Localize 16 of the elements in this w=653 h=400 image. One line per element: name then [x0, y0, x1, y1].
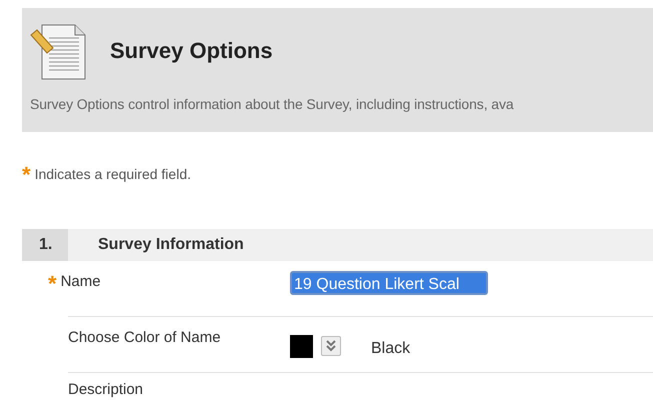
field-label: Description	[68, 380, 144, 400]
page-title: Survey Options	[110, 38, 273, 64]
color-swatch[interactable]	[290, 335, 313, 358]
required-note: Indicates a required field.	[34, 165, 191, 184]
name-field[interactable]: 19 Question Likert Scal	[290, 271, 488, 295]
double-chevron-icon	[326, 340, 336, 352]
required-icon: *	[22, 168, 31, 182]
dropdown-button[interactable]	[321, 336, 341, 356]
document-edit-icon	[30, 22, 88, 80]
field-label: Name	[60, 272, 101, 292]
section-number: 1.	[22, 229, 68, 261]
section-title: Survey Information	[98, 235, 244, 255]
color-name: Black	[371, 339, 410, 359]
field-label: Choose Color of Name	[68, 328, 221, 348]
page-description: Survey Options control information about the Survey, including instructions, ava	[30, 95, 515, 114]
required-icon: *	[48, 277, 57, 291]
